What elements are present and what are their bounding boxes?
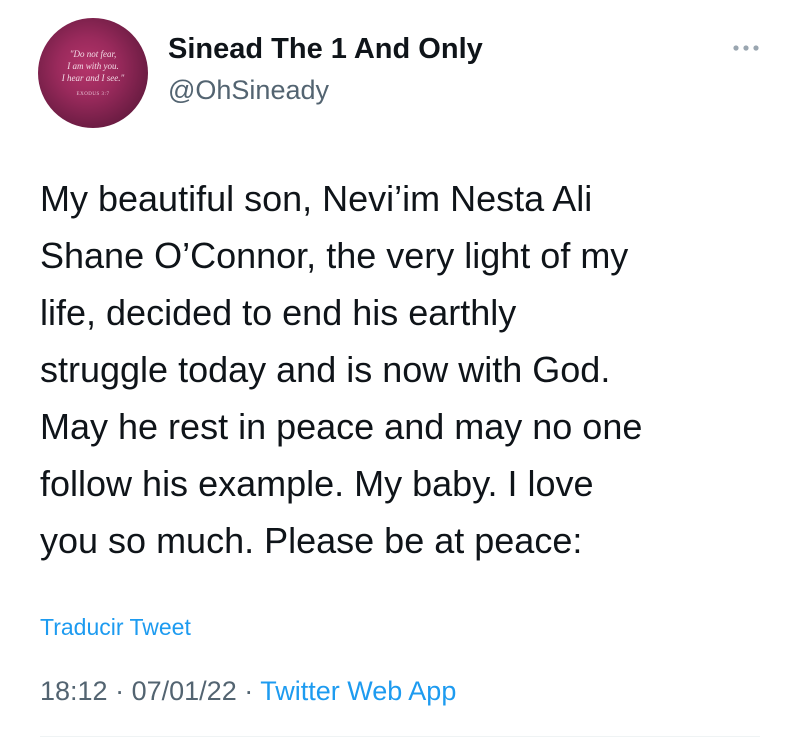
more-options-button[interactable]: [728, 36, 764, 60]
avatar-quote: "Do not fear, I am with you. I hear and …: [38, 48, 148, 84]
meta-separator: ·: [115, 676, 125, 706]
translate-tweet-link[interactable]: Traducir Tweet: [40, 614, 191, 641]
tweet-metadata: 18:12 · 07/01/22 · Twitter Web App: [40, 676, 456, 707]
tweet-time[interactable]: 18:12: [40, 676, 108, 706]
tweet-source-link[interactable]: Twitter Web App: [260, 676, 456, 706]
avatar[interactable]: "Do not fear, I am with you. I hear and …: [38, 18, 148, 128]
avatar-reference: EXODUS 3:7: [76, 92, 110, 97]
tweet-text: My beautiful son, Nevi’im Nesta Ali Shan…: [40, 178, 643, 561]
avatar-quote-line: I hear and I see.": [61, 73, 125, 83]
avatar-quote-line: "Do not fear,: [69, 49, 117, 59]
ellipsis-icon: [733, 45, 759, 51]
username-handle[interactable]: @OhSineady: [168, 75, 329, 106]
display-name[interactable]: Sinead The 1 And Only: [168, 33, 483, 66]
divider: [40, 736, 760, 737]
tweet-date[interactable]: 07/01/22: [132, 676, 237, 706]
tweet: "Do not fear, I am with you. I hear and …: [0, 0, 800, 740]
meta-separator: ·: [244, 676, 254, 706]
avatar-quote-line: I am with you.: [67, 61, 119, 71]
